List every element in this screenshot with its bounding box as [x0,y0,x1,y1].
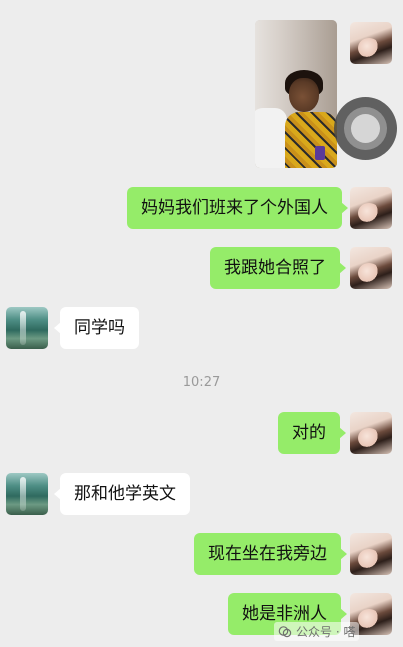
chat-area: 妈妈我们班来了个外国人 我跟她合照了 同学吗 10:27 对的 那和他学英文 现… [0,0,403,647]
photo-badge [315,146,325,160]
my-message-bubble[interactable]: 妈妈我们班来了个外国人 [127,187,348,229]
my-message-bubble[interactable]: 我跟她合照了 [210,247,346,289]
my-avatar[interactable] [350,533,392,575]
watermark: 公众号 · 嗒 [274,622,360,641]
chat-photo-message[interactable] [255,20,337,168]
friend-message-bubble[interactable]: 那和他学英文 [54,473,190,515]
friend-message-bubble[interactable]: 同学吗 [54,307,139,349]
friend-avatar[interactable] [6,307,48,349]
photo-face [289,78,319,112]
friend-avatar[interactable] [6,473,48,515]
photo-plaid-shirt [285,112,337,168]
floating-assistive-button[interactable] [334,97,397,160]
wechat-official-account-icon [278,625,292,639]
watermark-text: 公众号 · 嗒 [296,625,356,639]
my-avatar[interactable] [350,412,392,454]
my-avatar[interactable] [350,187,392,229]
my-message-bubble[interactable]: 现在坐在我旁边 [194,533,347,575]
photo-person-left [255,108,287,168]
my-avatar[interactable] [350,247,392,289]
chat-timestamp: 10:27 [182,375,221,390]
my-avatar[interactable] [350,22,392,64]
my-message-bubble[interactable]: 对的 [278,412,346,454]
